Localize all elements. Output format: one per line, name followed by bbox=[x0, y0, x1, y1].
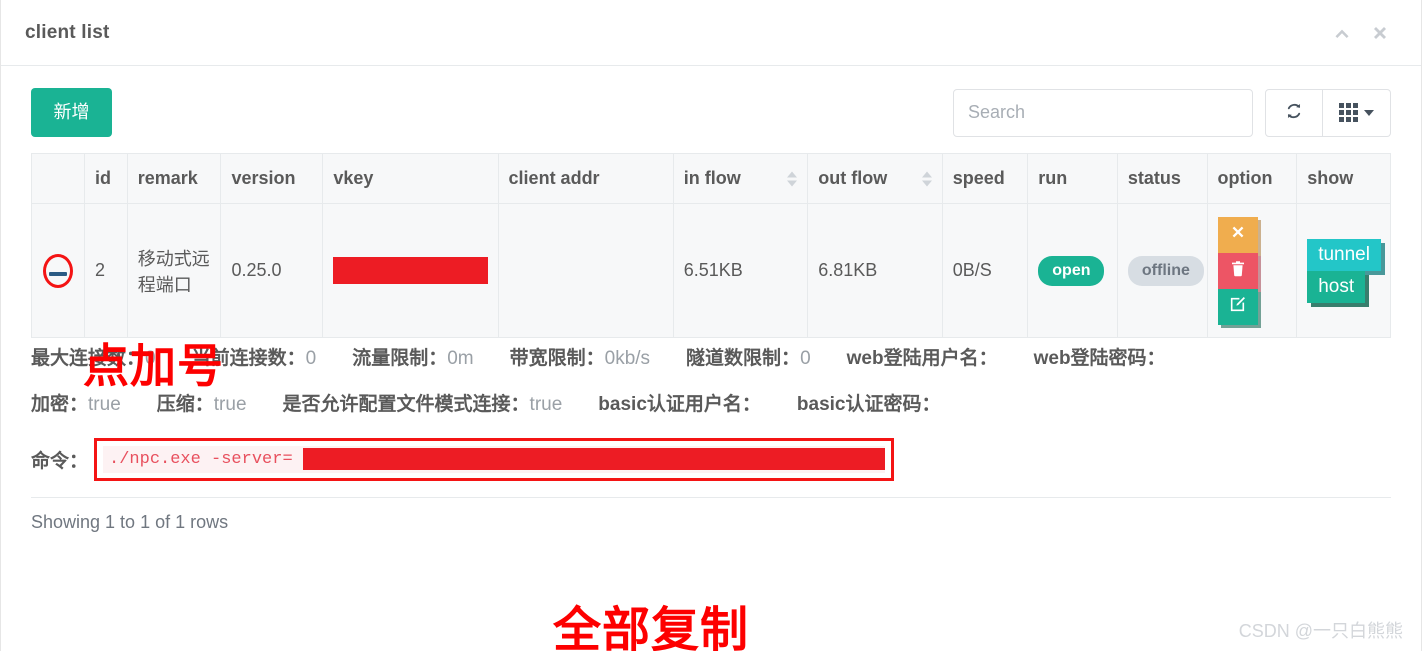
column-header-vkey[interactable]: vkey bbox=[322, 153, 499, 204]
command-label: 命令： bbox=[31, 451, 89, 472]
cell-id: 2 bbox=[83, 203, 128, 338]
refresh-icon bbox=[1283, 100, 1305, 125]
detail-flow-limit: 流量限制：0m bbox=[352, 348, 474, 369]
cell-in-flow: 6.51KB bbox=[672, 203, 809, 338]
table-toolbar: 新增 bbox=[1, 66, 1421, 153]
column-header-id[interactable]: id bbox=[83, 153, 128, 204]
redaction-bar bbox=[333, 257, 488, 284]
redaction-bar bbox=[303, 448, 886, 470]
panel-header: client list bbox=[1, 0, 1421, 66]
detail-line-2: 加密：true 压缩：true 是否允许配置文件模式连接：true basic认证用户… bbox=[31, 378, 1391, 424]
chevron-down-icon bbox=[1364, 109, 1374, 116]
sort-arrows-icon bbox=[787, 171, 798, 186]
detail-line-1: 最大连接数：0 当前连接数：0 流量限制：0m 带宽限制：0kb/s 隧道数限制：0 we… bbox=[31, 338, 1391, 378]
close-icon[interactable] bbox=[1369, 22, 1391, 44]
column-header-in-flow[interactable]: in flow bbox=[672, 153, 809, 204]
column-header-show: show bbox=[1296, 153, 1391, 204]
columns-toggle-button[interactable] bbox=[1323, 88, 1391, 137]
client-list-panel: client list 新增 Search id remark version … bbox=[0, 0, 1422, 651]
table-head: id remark version vkey client addr in fl… bbox=[31, 153, 1391, 204]
tunnel-button[interactable]: tunnel bbox=[1307, 238, 1381, 271]
cell-version: 0.25.0 bbox=[220, 203, 324, 338]
column-header-status[interactable]: status bbox=[1116, 153, 1208, 204]
delete-client-button[interactable] bbox=[1217, 252, 1258, 289]
table-row: 2 移动式远程端口 0.25.0 6.51KB 6.81KB 0B/S open… bbox=[31, 203, 1391, 338]
cell-speed: 0B/S bbox=[941, 203, 1029, 338]
detail-web-username: web登陆用户名： bbox=[846, 348, 998, 369]
add-button[interactable]: 新增 bbox=[31, 88, 112, 137]
row-expand-toggle[interactable] bbox=[31, 203, 85, 338]
cell-out-flow: 6.81KB bbox=[807, 203, 943, 338]
page-title: client list bbox=[25, 21, 110, 43]
annotation-ring bbox=[42, 253, 73, 288]
column-header-in-flow-label: in flow bbox=[683, 168, 741, 188]
detail-allow-config-mode: 是否允许配置文件模式连接：true bbox=[282, 394, 563, 415]
cell-status: offline bbox=[1116, 203, 1208, 338]
detail-web-password: web登陆密码： bbox=[1033, 348, 1166, 369]
refresh-button[interactable] bbox=[1265, 88, 1323, 137]
detail-tunnel-limit: 隧道数限制：0 bbox=[686, 348, 811, 369]
cell-option bbox=[1206, 203, 1298, 338]
trash-icon bbox=[1230, 260, 1246, 282]
clients-table: id remark version vkey client addr in fl… bbox=[31, 153, 1391, 338]
run-badge: open bbox=[1038, 255, 1105, 286]
annotation-copy-all: 全部复制 bbox=[553, 602, 750, 651]
cell-remark: 移动式远程端口 bbox=[126, 203, 222, 338]
show-button-stack: tunnel host bbox=[1307, 238, 1381, 303]
grid-icon bbox=[1339, 103, 1358, 122]
column-header-out-flow-label: out flow bbox=[818, 168, 888, 188]
cell-show: tunnel host bbox=[1296, 203, 1391, 338]
column-header-run[interactable]: run bbox=[1027, 153, 1118, 204]
minus-circle-icon[interactable] bbox=[48, 272, 67, 276]
table-footer: Showing 1 to 1 of 1 rows bbox=[1, 498, 1421, 533]
table-body: 2 移动式远程端口 0.25.0 6.51KB 6.81KB 0B/S open… bbox=[31, 203, 1391, 338]
search-input[interactable] bbox=[953, 88, 1253, 137]
cell-run: open bbox=[1027, 203, 1118, 338]
panel-tools bbox=[1331, 22, 1391, 44]
showing-rows-text: Showing 1 to 1 of 1 rows bbox=[31, 512, 229, 532]
detail-basic-password: basic认证密码： bbox=[796, 394, 941, 415]
sort-arrows-icon bbox=[921, 171, 932, 186]
watermark: CSDN @一只白熊熊 bbox=[1238, 621, 1403, 641]
column-header-remark[interactable]: remark bbox=[126, 153, 222, 204]
detail-command-row: 命令： ./npc.exe -server= bbox=[31, 424, 1391, 481]
client-detail-panel: 最大连接数：0 当前连接数：0 流量限制：0m 带宽限制：0kb/s 隧道数限制：0 we… bbox=[1, 338, 1421, 498]
detail-encrypt: 加密：true bbox=[31, 394, 121, 415]
table-header-row: id remark version vkey client addr in fl… bbox=[31, 153, 1391, 204]
pencil-square-icon bbox=[1229, 296, 1246, 318]
close-client-button[interactable] bbox=[1217, 216, 1258, 253]
command-text: ./npc.exe -server= bbox=[109, 450, 293, 469]
detail-compress: 压缩：true bbox=[156, 394, 247, 415]
host-button[interactable]: host bbox=[1307, 270, 1366, 303]
cell-client-addr bbox=[497, 203, 674, 338]
detail-max-connections: 最大连接数：0 bbox=[31, 348, 156, 369]
status-badge: offline bbox=[1127, 255, 1204, 286]
column-header-client-addr[interactable]: client addr bbox=[497, 153, 674, 204]
column-header-out-flow[interactable]: out flow bbox=[807, 153, 943, 204]
cell-vkey bbox=[322, 203, 499, 338]
detail-current-connections: 当前连接数：0 bbox=[191, 348, 317, 369]
option-button-stack bbox=[1217, 216, 1287, 325]
command-code[interactable]: ./npc.exe -server= bbox=[103, 446, 886, 473]
table-container: id remark version vkey client addr in fl… bbox=[1, 153, 1421, 338]
column-header-version[interactable]: version bbox=[220, 153, 324, 204]
chevron-up-icon[interactable] bbox=[1331, 22, 1353, 44]
column-header-toggle bbox=[31, 153, 85, 204]
edit-client-button[interactable] bbox=[1217, 288, 1258, 325]
detail-basic-username: basic认证用户名： bbox=[598, 394, 761, 415]
command-highlight-box: ./npc.exe -server= bbox=[94, 438, 895, 481]
x-icon bbox=[1230, 224, 1246, 245]
column-header-speed[interactable]: speed bbox=[941, 153, 1029, 204]
table-controls-group bbox=[1265, 88, 1391, 137]
detail-bandwidth-limit: 带宽限制：0kb/s bbox=[509, 348, 651, 369]
column-header-option: option bbox=[1206, 153, 1298, 204]
toolbar-right-group bbox=[953, 88, 1391, 137]
